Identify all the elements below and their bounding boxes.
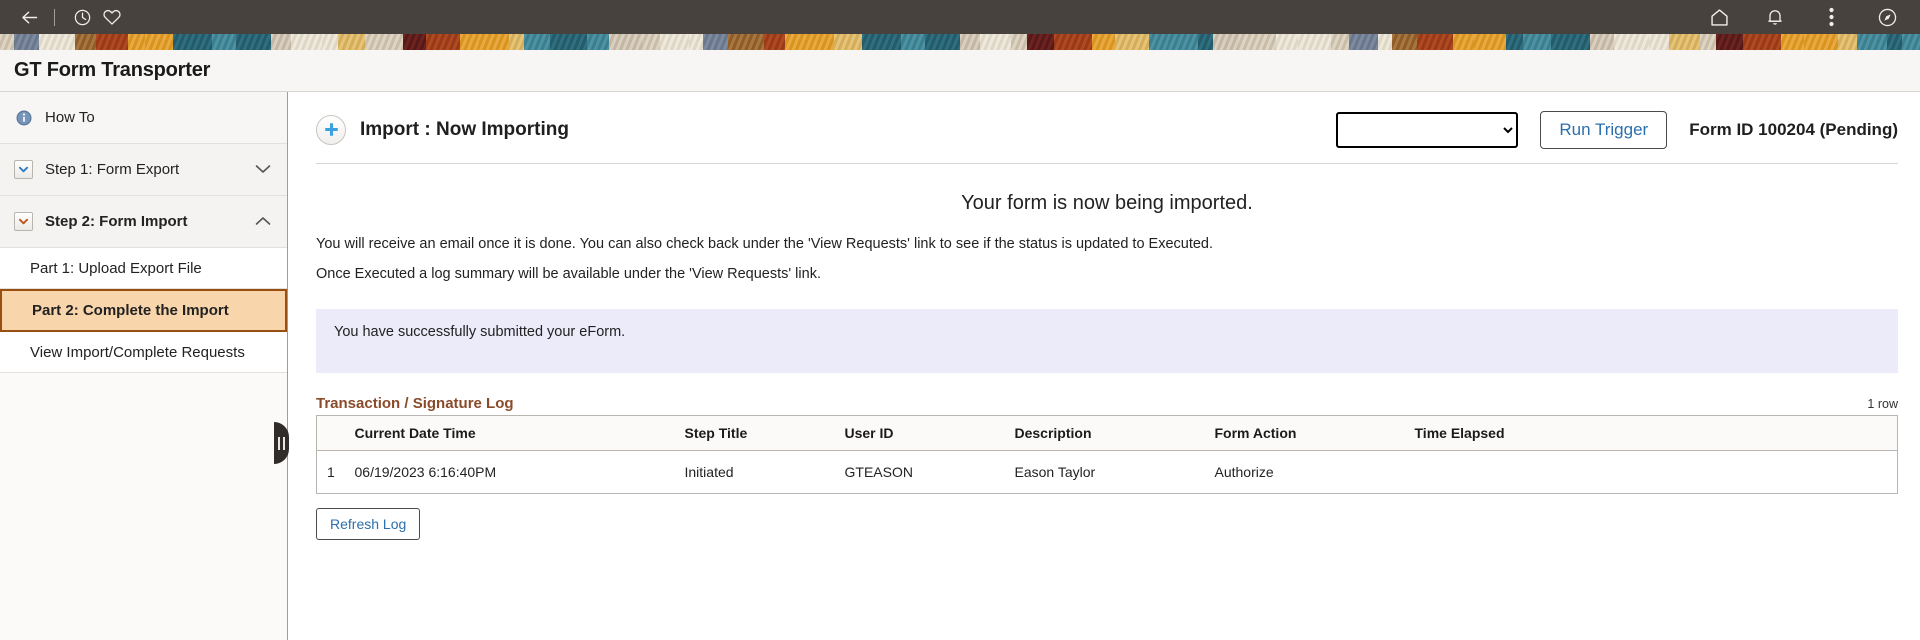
sidebar-item-label: Step 1: Form Export	[45, 161, 180, 178]
main-header-title: Import : Now Importing	[360, 118, 569, 140]
chevron-down-icon[interactable]	[255, 161, 271, 178]
top-nav-left-group	[14, 2, 127, 32]
plus-circle-icon[interactable]	[316, 114, 346, 145]
home-icon[interactable]	[1704, 2, 1734, 32]
refresh-log-button[interactable]: Refresh Log	[316, 508, 421, 540]
sidebar-sub-item-label: Part 2: Complete the Import	[32, 302, 229, 319]
top-nav-right-group	[1704, 2, 1902, 32]
splitter-grip-bar	[278, 436, 280, 450]
sidebar-item-view-import-complete-requests[interactable]: View Import/Complete Requests	[0, 332, 287, 373]
top-navigation-bar	[0, 0, 1920, 34]
table-row: 1 06/19/2023 6:16:40PM Initiated GTEASON…	[316, 450, 1898, 494]
chevron-up-icon[interactable]	[255, 213, 271, 230]
sidebar-item-part-1-upload-export-file[interactable]: Part 1: Upload Export File	[0, 248, 287, 289]
success-message-box: You have successfully submitted your eFo…	[316, 309, 1898, 373]
trigger-select[interactable]	[1336, 111, 1519, 148]
decorative-banner-strip	[0, 34, 1920, 50]
run-trigger-button[interactable]: Run Trigger	[1540, 110, 1668, 149]
cell-description: Eason Taylor	[1014, 450, 1215, 494]
page-title: GT Form Transporter	[14, 59, 211, 81]
import-status-heading: Your form is now being imported.	[961, 192, 1253, 214]
table-header-row: Current Date Time Step Title User ID Des…	[316, 415, 1898, 451]
main-header-actions: Run Trigger Form ID 100204 (Pending)	[1336, 110, 1898, 149]
import-info-paragraph-2: Once Executed a log summary will be avai…	[316, 266, 821, 282]
top-nav-divider	[54, 8, 55, 26]
page-title-bar: GT Form Transporter	[0, 50, 1920, 92]
column-header-current-date-time: Current Date Time	[354, 415, 685, 451]
import-info-paragraph-1: You will receive an email once it is don…	[316, 236, 1214, 252]
success-message-text: You have successfully submitted your eFo…	[334, 324, 626, 340]
row-count-label: 1 row	[1867, 397, 1898, 411]
sidebar-splitter-handle[interactable]	[274, 422, 289, 464]
chevron-square-icon	[14, 160, 33, 179]
column-header-user-id: User ID	[844, 415, 1015, 451]
sidebar-item-step-1-form-export[interactable]: Step 1: Form Export	[0, 144, 287, 196]
page-body: How To Step 1: Form Export Step 2: Form …	[0, 92, 1920, 640]
cell-user-id: GTEASON	[844, 450, 1015, 494]
log-section-header: Transaction / Signature Log 1 row	[316, 395, 1898, 412]
cell-form-action: Authorize	[1214, 450, 1415, 494]
back-arrow-icon[interactable]	[14, 2, 44, 32]
sidebar-item-label: How To	[45, 109, 95, 126]
sidebar-item-part-2-complete-the-import[interactable]: Part 2: Complete the Import	[0, 289, 287, 332]
column-header-time-elapsed: Time Elapsed	[1414, 415, 1898, 451]
chevron-square-icon	[14, 212, 33, 231]
sidebar-sub-item-label: Part 1: Upload Export File	[30, 259, 202, 277]
main-content-panel: Import : Now Importing Run Trigger Form …	[288, 92, 1920, 640]
cell-step-title: Initiated	[684, 450, 845, 494]
clock-icon[interactable]	[67, 2, 97, 32]
transaction-log-title: Transaction / Signature Log	[316, 395, 514, 412]
sidebar-item-how-to[interactable]: How To	[0, 92, 287, 144]
column-header-index	[316, 415, 355, 451]
transaction-signature-log-table: Current Date Time Step Title User ID Des…	[316, 415, 1898, 494]
heart-icon[interactable]	[97, 2, 127, 32]
main-header: Import : Now Importing Run Trigger Form …	[316, 92, 1898, 164]
cell-index: 1	[316, 450, 355, 494]
sidebar-sub-item-label: View Import/Complete Requests	[30, 343, 245, 361]
sidebar-item-step-2-form-import[interactable]: Step 2: Form Import	[0, 196, 287, 248]
info-circle-icon	[14, 108, 33, 127]
form-id-status: Form ID 100204 (Pending)	[1689, 119, 1898, 139]
cell-current-date-time: 06/19/2023 6:16:40PM	[354, 450, 685, 494]
compass-icon[interactable]	[1872, 2, 1902, 32]
cell-time-elapsed	[1414, 450, 1898, 494]
bell-icon[interactable]	[1760, 2, 1790, 32]
column-header-step-title: Step Title	[684, 415, 845, 451]
sidebar-item-label: Step 2: Form Import	[45, 213, 188, 230]
column-header-description: Description	[1014, 415, 1215, 451]
kebab-menu-icon[interactable]	[1816, 2, 1846, 32]
column-header-form-action: Form Action	[1214, 415, 1415, 451]
refresh-log-wrap: Refresh Log	[316, 508, 1898, 540]
splitter-grip-bar	[283, 436, 285, 450]
sidebar-navigation: How To Step 1: Form Export Step 2: Form …	[0, 92, 289, 640]
